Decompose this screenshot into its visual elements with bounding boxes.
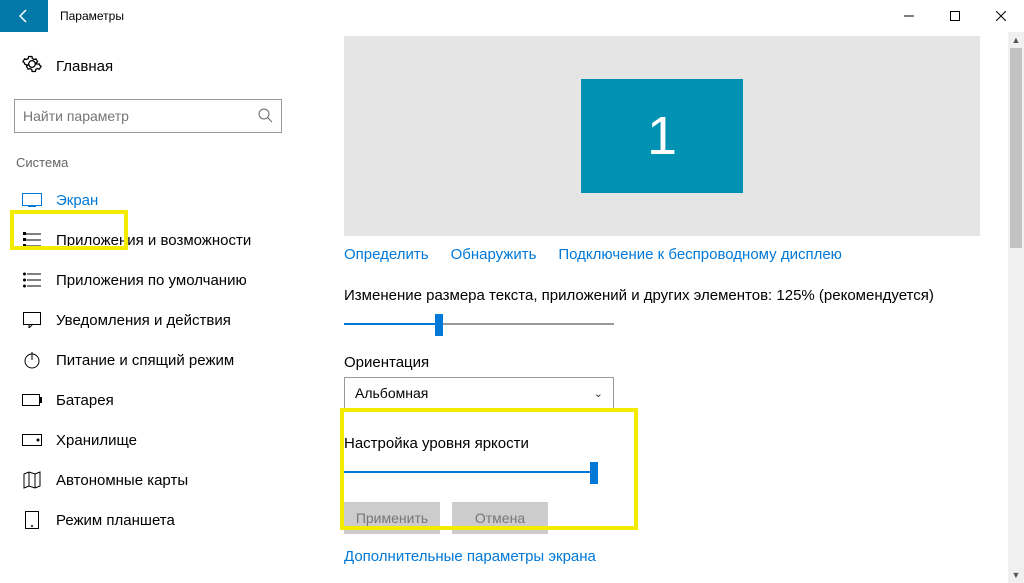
sidebar-item-apps[interactable]: Приложения и возможности [14,220,320,260]
sidebar-item-label: Хранилище [56,432,137,449]
gear-icon [22,54,42,79]
sidebar-item-label: Питание и спящий режим [56,352,234,369]
scroll-thumb[interactable] [1010,48,1022,248]
sidebar-item-default-apps[interactable]: Приложения по умолчанию [14,260,320,300]
detect-link[interactable]: Обнаружить [451,246,537,263]
monitor-1[interactable]: 1 [581,79,743,193]
battery-icon [22,390,42,410]
apply-button[interactable]: Применить [344,502,440,534]
scroll-down-icon[interactable]: ▼ [1008,567,1024,583]
sidebar: Главная Система Экран Приложения и возмо… [0,32,320,583]
home-nav[interactable]: Главная [14,46,320,87]
power-icon [22,350,42,370]
display-icon [22,190,42,210]
sidebar-item-notifications[interactable]: Уведомления и действия [14,300,320,340]
search-input[interactable] [14,99,282,133]
tablet-icon [22,510,42,530]
storage-icon [22,430,42,450]
scrollbar[interactable]: ▲ ▼ [1008,32,1024,583]
brightness-slider[interactable] [344,460,598,484]
minimize-button[interactable] [886,0,932,32]
advanced-display-link[interactable]: Дополнительные параметры экрана [344,548,994,565]
sidebar-item-power[interactable]: Питание и спящий режим [14,340,320,380]
sidebar-item-battery[interactable]: Батарея [14,380,320,420]
close-button[interactable] [978,0,1024,32]
sidebar-item-tablet[interactable]: Режим планшета [14,500,320,540]
brightness-label: Настройка уровня яркости [344,435,994,452]
chevron-down-icon: ⌄ [594,387,603,400]
apps-icon [22,230,42,250]
search-field[interactable] [23,108,257,124]
sidebar-item-display[interactable]: Экран [14,180,320,220]
wireless-link[interactable]: Подключение к беспроводному дисплею [558,246,842,263]
sidebar-item-label: Режим планшета [56,512,175,529]
search-icon [257,107,273,126]
back-button[interactable] [0,0,48,32]
window-title: Параметры [48,0,136,32]
sidebar-item-label: Уведомления и действия [56,312,231,329]
sidebar-item-maps[interactable]: Автономные карты [14,460,320,500]
sidebar-item-label: Батарея [56,392,114,409]
orientation-value: Альбомная [355,385,428,401]
maps-icon [22,470,42,490]
scroll-up-icon[interactable]: ▲ [1008,32,1024,48]
sidebar-item-label: Автономные карты [56,472,188,489]
maximize-button[interactable] [932,0,978,32]
sidebar-item-label: Приложения и возможности [56,232,251,249]
category-title: Система [14,151,320,180]
orientation-label: Ориентация [344,354,994,371]
default-apps-icon [22,270,42,290]
cancel-button[interactable]: Отмена [452,502,548,534]
sidebar-item-label: Приложения по умолчанию [56,272,247,289]
sidebar-item-label: Экран [56,192,98,209]
display-preview: 1 [344,36,980,236]
orientation-dropdown[interactable]: Альбомная ⌄ [344,377,614,409]
identify-link[interactable]: Определить [344,246,429,263]
titlebar: Параметры [0,0,1024,32]
main-panel: 1 Определить Обнаружить Подключение к бе… [320,32,1024,583]
notifications-icon [22,310,42,330]
scale-slider[interactable] [344,312,614,336]
scale-label: Изменение размера текста, приложений и д… [344,287,994,304]
sidebar-item-storage[interactable]: Хранилище [14,420,320,460]
home-label: Главная [56,58,113,75]
